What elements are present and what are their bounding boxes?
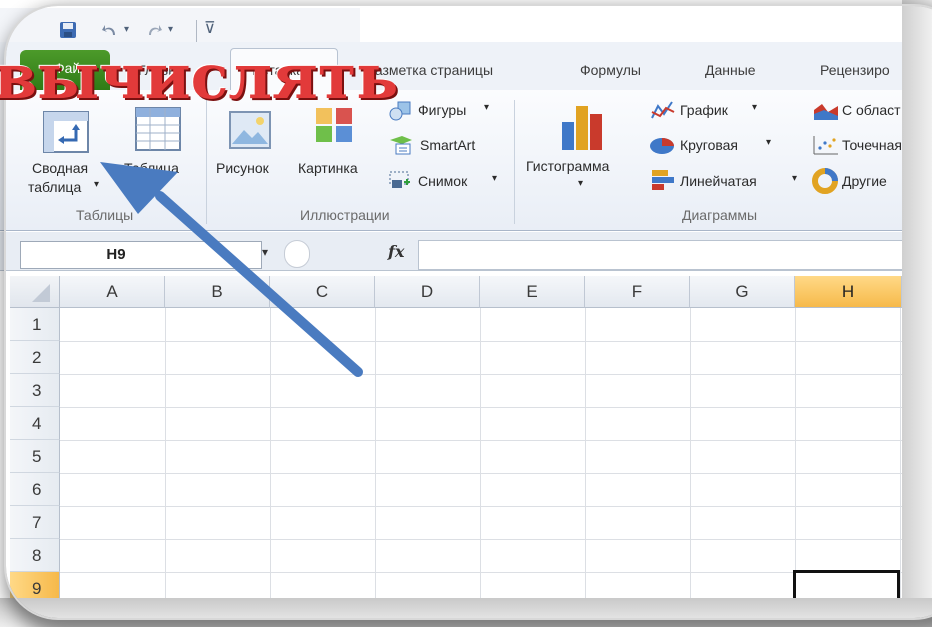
overlay-title: вычислять [0,40,399,113]
excel-window: ▾ ▾ ⊽ Файл Главна Вставка Разметка стран… [0,0,932,627]
